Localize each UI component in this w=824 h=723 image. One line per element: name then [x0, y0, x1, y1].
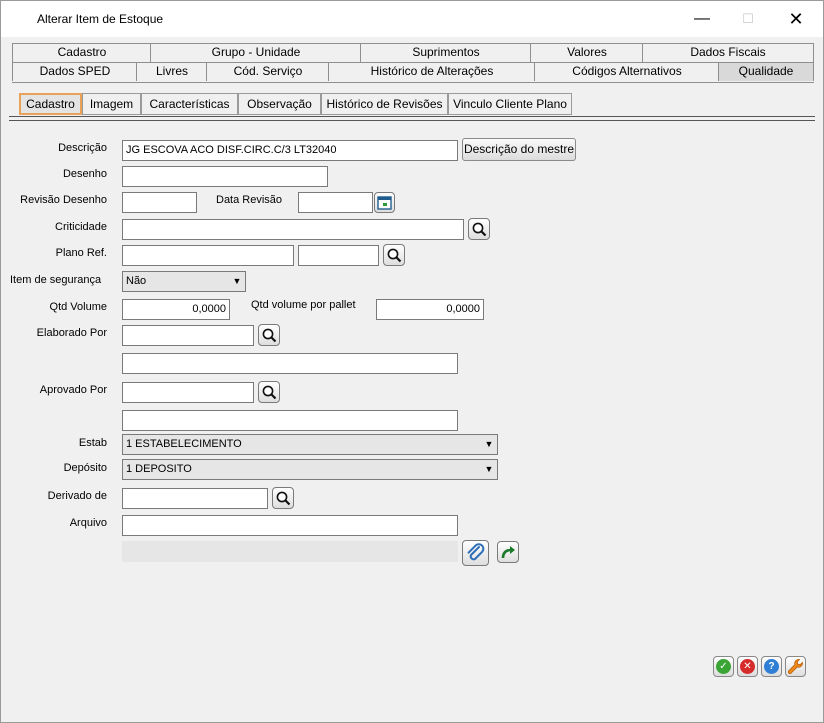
estab-label: Estab [78, 437, 107, 449]
elaborado-por-input[interactable] [122, 325, 254, 346]
aprovado-por-label: Aprovado Por [39, 384, 107, 396]
elaborado-por-label: Elaborado Por [36, 327, 107, 339]
minimize-button[interactable]: — [679, 1, 725, 37]
estab-value: 1 ESTABELECIMENTO [126, 438, 242, 450]
desenho-label: Desenho [62, 168, 107, 180]
elaborado-por-name-field[interactable] [122, 353, 458, 374]
data-revisao-label: Data Revisão [216, 194, 283, 206]
derivado-de-search-button[interactable] [272, 487, 294, 509]
magnifier-icon [276, 491, 291, 506]
descricao-input[interactable]: JG ESCOVA ACO DISF.CIRC.C/3 LT32040 [122, 140, 458, 161]
tab-grupo-unidade[interactable]: Grupo - Unidade [150, 43, 362, 62]
tab-dados-sped[interactable]: Dados SPED [12, 62, 138, 81]
tab-qualidade[interactable]: Qualidade [718, 62, 814, 81]
title-bar: Alterar Item de Estoque — ☐ ✕ [1, 1, 823, 37]
descricao-mestre-button[interactable]: Descrição do mestre [462, 138, 576, 161]
deposito-label: Depósito [63, 462, 107, 474]
tab-cadastro[interactable]: Cadastro [12, 43, 152, 62]
revisao-desenho-input[interactable] [122, 192, 197, 213]
subtab-historico-revisoes[interactable]: Histórico de Revisões [321, 93, 448, 115]
open-arrow-icon [501, 546, 515, 559]
arquivo-path-field [122, 541, 458, 562]
tab-panel-border [12, 82, 814, 83]
criticidade-label: Criticidade [55, 221, 107, 233]
tab-historico-alteracoes[interactable]: Histórico de Alterações [328, 62, 536, 81]
subtab-observacao[interactable]: Observação [238, 93, 321, 115]
subtab-imagem[interactable]: Imagem [82, 93, 141, 115]
chevron-down-icon: ▼ [482, 436, 496, 453]
chevron-down-icon: ▼ [230, 273, 244, 290]
elaborado-por-search-button[interactable] [258, 324, 280, 346]
window-title: Alterar Item de Estoque [37, 12, 164, 26]
subtab-cadastro[interactable]: Cadastro [19, 93, 82, 115]
wrench-icon [787, 659, 803, 674]
subtab-caracteristicas[interactable]: Características [141, 93, 238, 115]
paperclip-icon [467, 543, 485, 561]
help-icon: ? [764, 659, 779, 674]
tab-dados-fiscais[interactable]: Dados Fiscais [642, 43, 814, 62]
deposito-value: 1 DEPOSITO [126, 463, 192, 475]
aprovado-por-input[interactable] [122, 382, 254, 403]
calendar-icon [377, 196, 392, 210]
aprovado-por-search-button[interactable] [258, 381, 280, 403]
subtab-divider-top [9, 116, 815, 117]
plano-ref-search-button[interactable] [383, 244, 405, 266]
maximize-button[interactable]: ☐ [725, 1, 771, 37]
data-revisao-input[interactable] [298, 192, 373, 213]
magnifier-icon [262, 385, 277, 400]
criticidade-search-button[interactable] [468, 218, 490, 240]
estab-select[interactable]: 1 ESTABELECIMENTO ▼ [122, 434, 498, 455]
help-button[interactable]: ? [761, 656, 782, 677]
aprovado-por-name-field[interactable] [122, 410, 458, 431]
item-seguranca-label: Item de segurança [10, 274, 102, 286]
tab-livres[interactable]: Livres [136, 62, 208, 81]
cancel-button[interactable]: ✕ [737, 656, 758, 677]
criticidade-input[interactable] [122, 219, 464, 240]
qtd-volume-pallet-input[interactable]: 0,0000 [376, 299, 484, 320]
descricao-label: Descrição [58, 142, 107, 154]
deposito-select[interactable]: 1 DEPOSITO ▼ [122, 459, 498, 480]
calendar-button[interactable] [374, 192, 395, 213]
revisao-desenho-label: Revisão Desenho [20, 194, 107, 206]
qtd-volume-input[interactable]: 0,0000 [122, 299, 230, 320]
tab-valores[interactable]: Valores [530, 43, 644, 62]
item-seguranca-select[interactable]: Não ▼ [122, 271, 246, 292]
chevron-down-icon: ▼ [482, 461, 496, 478]
open-file-button[interactable] [497, 541, 519, 563]
desenho-input[interactable] [122, 166, 328, 187]
subtab-vinculo-cliente-plano[interactable]: Vinculo Cliente Plano [448, 93, 572, 115]
plano-ref-label: Plano Ref. [55, 247, 107, 259]
magnifier-icon [262, 328, 277, 343]
tools-button[interactable] [785, 656, 806, 677]
qtd-volume-pallet-label: Qtd volume por pallet [251, 299, 356, 311]
check-icon: ✓ [716, 659, 731, 674]
qtd-volume-label: Qtd Volume [49, 301, 107, 313]
close-button[interactable]: ✕ [773, 1, 819, 37]
item-seguranca-value: Não [126, 275, 147, 287]
subtab-divider-bottom [9, 120, 815, 121]
window: Alterar Item de Estoque — ☐ ✕ Cadastro G… [0, 0, 824, 723]
derivado-de-input[interactable] [122, 488, 268, 509]
plano-ref-input[interactable] [122, 245, 294, 266]
arquivo-label: Arquivo [69, 517, 107, 529]
derivado-de-label: Derivado de [47, 490, 107, 502]
plano-ref-revision-input[interactable] [298, 245, 379, 266]
arquivo-input[interactable] [122, 515, 458, 536]
magnifier-icon [472, 222, 487, 237]
tab-cod-servico[interactable]: Cód. Serviço [206, 62, 330, 81]
cancel-icon: ✕ [740, 659, 755, 674]
tab-codigos-alternativos[interactable]: Códigos Alternativos [534, 62, 720, 81]
magnifier-icon [387, 248, 402, 263]
confirm-button[interactable]: ✓ [713, 656, 734, 677]
tab-suprimentos[interactable]: Suprimentos [360, 43, 532, 62]
attach-file-button[interactable] [462, 540, 489, 566]
